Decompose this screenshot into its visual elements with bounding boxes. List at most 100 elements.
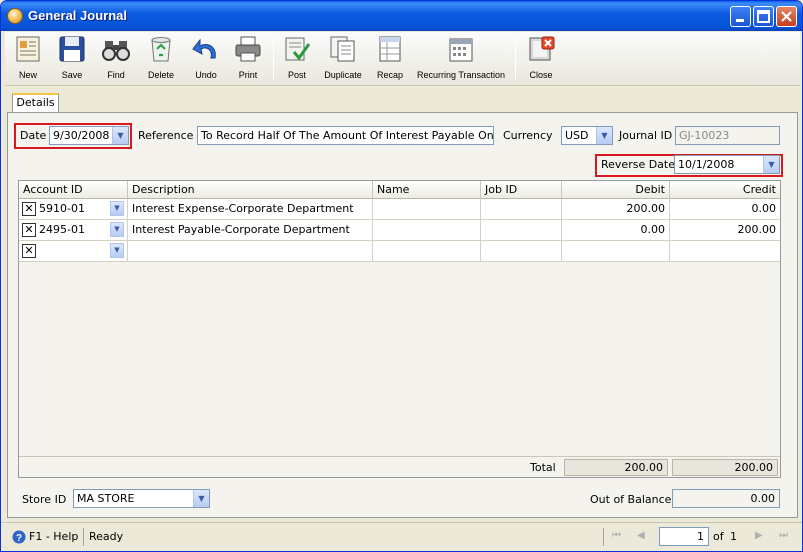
credit-cell[interactable]: 0.00 xyxy=(670,199,780,219)
debit-cell[interactable] xyxy=(562,241,670,261)
close-icon xyxy=(781,11,792,22)
close-label: Close xyxy=(529,70,553,80)
undo-label: Undo xyxy=(195,70,217,80)
post-checkmark-icon xyxy=(285,37,311,61)
account-id-value: 2495-01 xyxy=(39,223,85,236)
maximize-button[interactable] xyxy=(753,6,774,27)
reverse-date-value: 10/1/2008 xyxy=(678,158,735,171)
of-label: of xyxy=(713,530,724,543)
name-cell[interactable] xyxy=(373,199,481,219)
currency-select[interactable]: USD ▼ xyxy=(561,126,613,145)
printer-icon xyxy=(235,36,261,62)
job-id-cell[interactable] xyxy=(481,241,562,261)
chevron-down-icon[interactable]: ▼ xyxy=(110,201,124,216)
column-header-account-id[interactable]: Account ID xyxy=(19,181,128,199)
delete-button[interactable]: Delete xyxy=(141,34,181,84)
date-field[interactable]: 9/30/2008 ▼ xyxy=(49,126,129,145)
app-icon xyxy=(7,8,23,24)
find-button[interactable]: Find xyxy=(97,34,135,84)
name-cell[interactable] xyxy=(373,241,481,261)
reference-field[interactable]: To Record Half Of The Amount Of Interest… xyxy=(197,126,494,145)
previous-page-icon[interactable]: ◀ xyxy=(637,530,645,541)
account-id-cell[interactable]: ✕ 2495-01 ▼ xyxy=(19,220,128,240)
name-cell[interactable] xyxy=(373,220,481,240)
recurring-transaction-button[interactable]: Recurring Transaction xyxy=(413,34,509,84)
chevron-down-icon[interactable]: ▼ xyxy=(112,127,128,144)
post-button[interactable]: Post xyxy=(279,34,315,84)
minimize-button[interactable] xyxy=(730,6,751,27)
delete-row-icon[interactable]: ✕ xyxy=(22,244,36,258)
next-page-icon[interactable]: ▶ xyxy=(755,530,763,541)
job-id-cell[interactable] xyxy=(481,199,562,219)
column-header-credit[interactable]: Credit xyxy=(670,181,780,199)
column-header-debit[interactable]: Debit xyxy=(562,181,670,199)
first-page-icon[interactable]: ⏮ xyxy=(612,530,621,541)
svg-text:?: ? xyxy=(16,533,22,544)
debit-cell[interactable]: 0.00 xyxy=(562,220,670,240)
reference-label: Reference xyxy=(138,129,194,142)
journal-grid: Account ID Description Name Job ID Debit… xyxy=(18,180,781,478)
description-cell[interactable] xyxy=(128,241,373,261)
print-button[interactable]: Print xyxy=(229,34,267,84)
reverse-date-field[interactable]: 10/1/2008 ▼ xyxy=(674,155,780,174)
save-label: Save xyxy=(61,70,83,80)
close-button[interactable]: Close xyxy=(521,34,561,84)
close-door-icon xyxy=(529,36,555,61)
description-cell[interactable]: Interest Expense-Corporate Department xyxy=(128,199,373,219)
reference-value: To Record Half Of The Amount Of Interest… xyxy=(201,129,494,142)
help-button[interactable]: ? F1 - Help xyxy=(9,529,82,545)
delete-row-icon[interactable]: ✕ xyxy=(22,202,36,216)
credit-cell[interactable]: 200.00 xyxy=(670,220,780,240)
toolbar-separator xyxy=(273,36,274,80)
store-id-select[interactable]: MA STORE ▼ xyxy=(73,489,210,508)
tab-details[interactable]: Details xyxy=(12,93,59,113)
recap-button[interactable]: Recap xyxy=(371,34,409,84)
table-row[interactable]: ✕ 5910-01 ▼ Interest Expense-Corporate D… xyxy=(19,199,780,220)
job-id-cell[interactable] xyxy=(481,220,562,240)
description-cell[interactable]: Interest Payable-Corporate Department xyxy=(128,220,373,240)
column-header-name[interactable]: Name xyxy=(373,181,481,199)
status-divider xyxy=(603,528,604,546)
status-divider xyxy=(83,528,84,546)
delete-label: Delete xyxy=(147,70,174,80)
account-id-cell[interactable]: ✕ ▼ xyxy=(19,241,128,261)
table-row[interactable]: ✕ ▼ xyxy=(19,241,780,262)
total-label: Total xyxy=(530,461,556,474)
last-page-icon[interactable]: ⏭ xyxy=(779,530,788,541)
delete-row-icon[interactable]: ✕ xyxy=(22,223,36,237)
page-number-field[interactable]: 1 xyxy=(659,527,709,546)
save-button[interactable]: Save xyxy=(53,34,91,84)
journal-id-field: GJ-10023 xyxy=(675,126,780,145)
close-window-button[interactable] xyxy=(776,6,797,27)
chevron-down-icon[interactable]: ▼ xyxy=(110,222,124,237)
chevron-down-icon[interactable]: ▼ xyxy=(193,490,209,507)
chevron-down-icon[interactable]: ▼ xyxy=(596,127,612,144)
undo-arrow-icon xyxy=(192,38,216,59)
currency-value: USD xyxy=(565,129,589,142)
debit-cell[interactable]: 200.00 xyxy=(562,199,670,219)
date-value: 9/30/2008 xyxy=(53,129,110,142)
new-document-icon xyxy=(16,36,40,62)
recap-sheet-icon xyxy=(379,36,401,62)
journal-id-value: GJ-10023 xyxy=(679,129,730,142)
table-row[interactable]: ✕ 2495-01 ▼ Interest Payable-Corporate D… xyxy=(19,220,780,241)
column-header-description[interactable]: Description xyxy=(128,181,373,199)
account-id-cell[interactable]: ✕ 5910-01 ▼ xyxy=(19,199,128,219)
duplicate-button[interactable]: Duplicate xyxy=(319,34,367,84)
recycle-bin-icon xyxy=(151,37,171,62)
undo-button[interactable]: Undo xyxy=(187,34,225,84)
out-of-balance-label: Out of Balance xyxy=(590,493,672,506)
column-header-job-id[interactable]: Job ID xyxy=(481,181,562,199)
recurring-transaction-label: Recurring Transaction xyxy=(416,70,506,80)
credit-cell[interactable] xyxy=(670,241,780,261)
new-button[interactable]: New xyxy=(9,34,47,84)
total-pages: 1 xyxy=(730,530,737,543)
title-bar[interactable]: General Journal xyxy=(1,1,802,31)
account-id-value: 5910-01 xyxy=(39,202,85,215)
chevron-down-icon[interactable]: ▼ xyxy=(763,156,779,173)
general-journal-window: General Journal New Save Find Delete Und… xyxy=(0,0,803,552)
chevron-down-icon[interactable]: ▼ xyxy=(110,243,124,258)
page-number-value: 1 xyxy=(697,530,704,543)
out-of-balance-value: 0.00 xyxy=(672,489,780,508)
find-label: Find xyxy=(107,70,125,80)
